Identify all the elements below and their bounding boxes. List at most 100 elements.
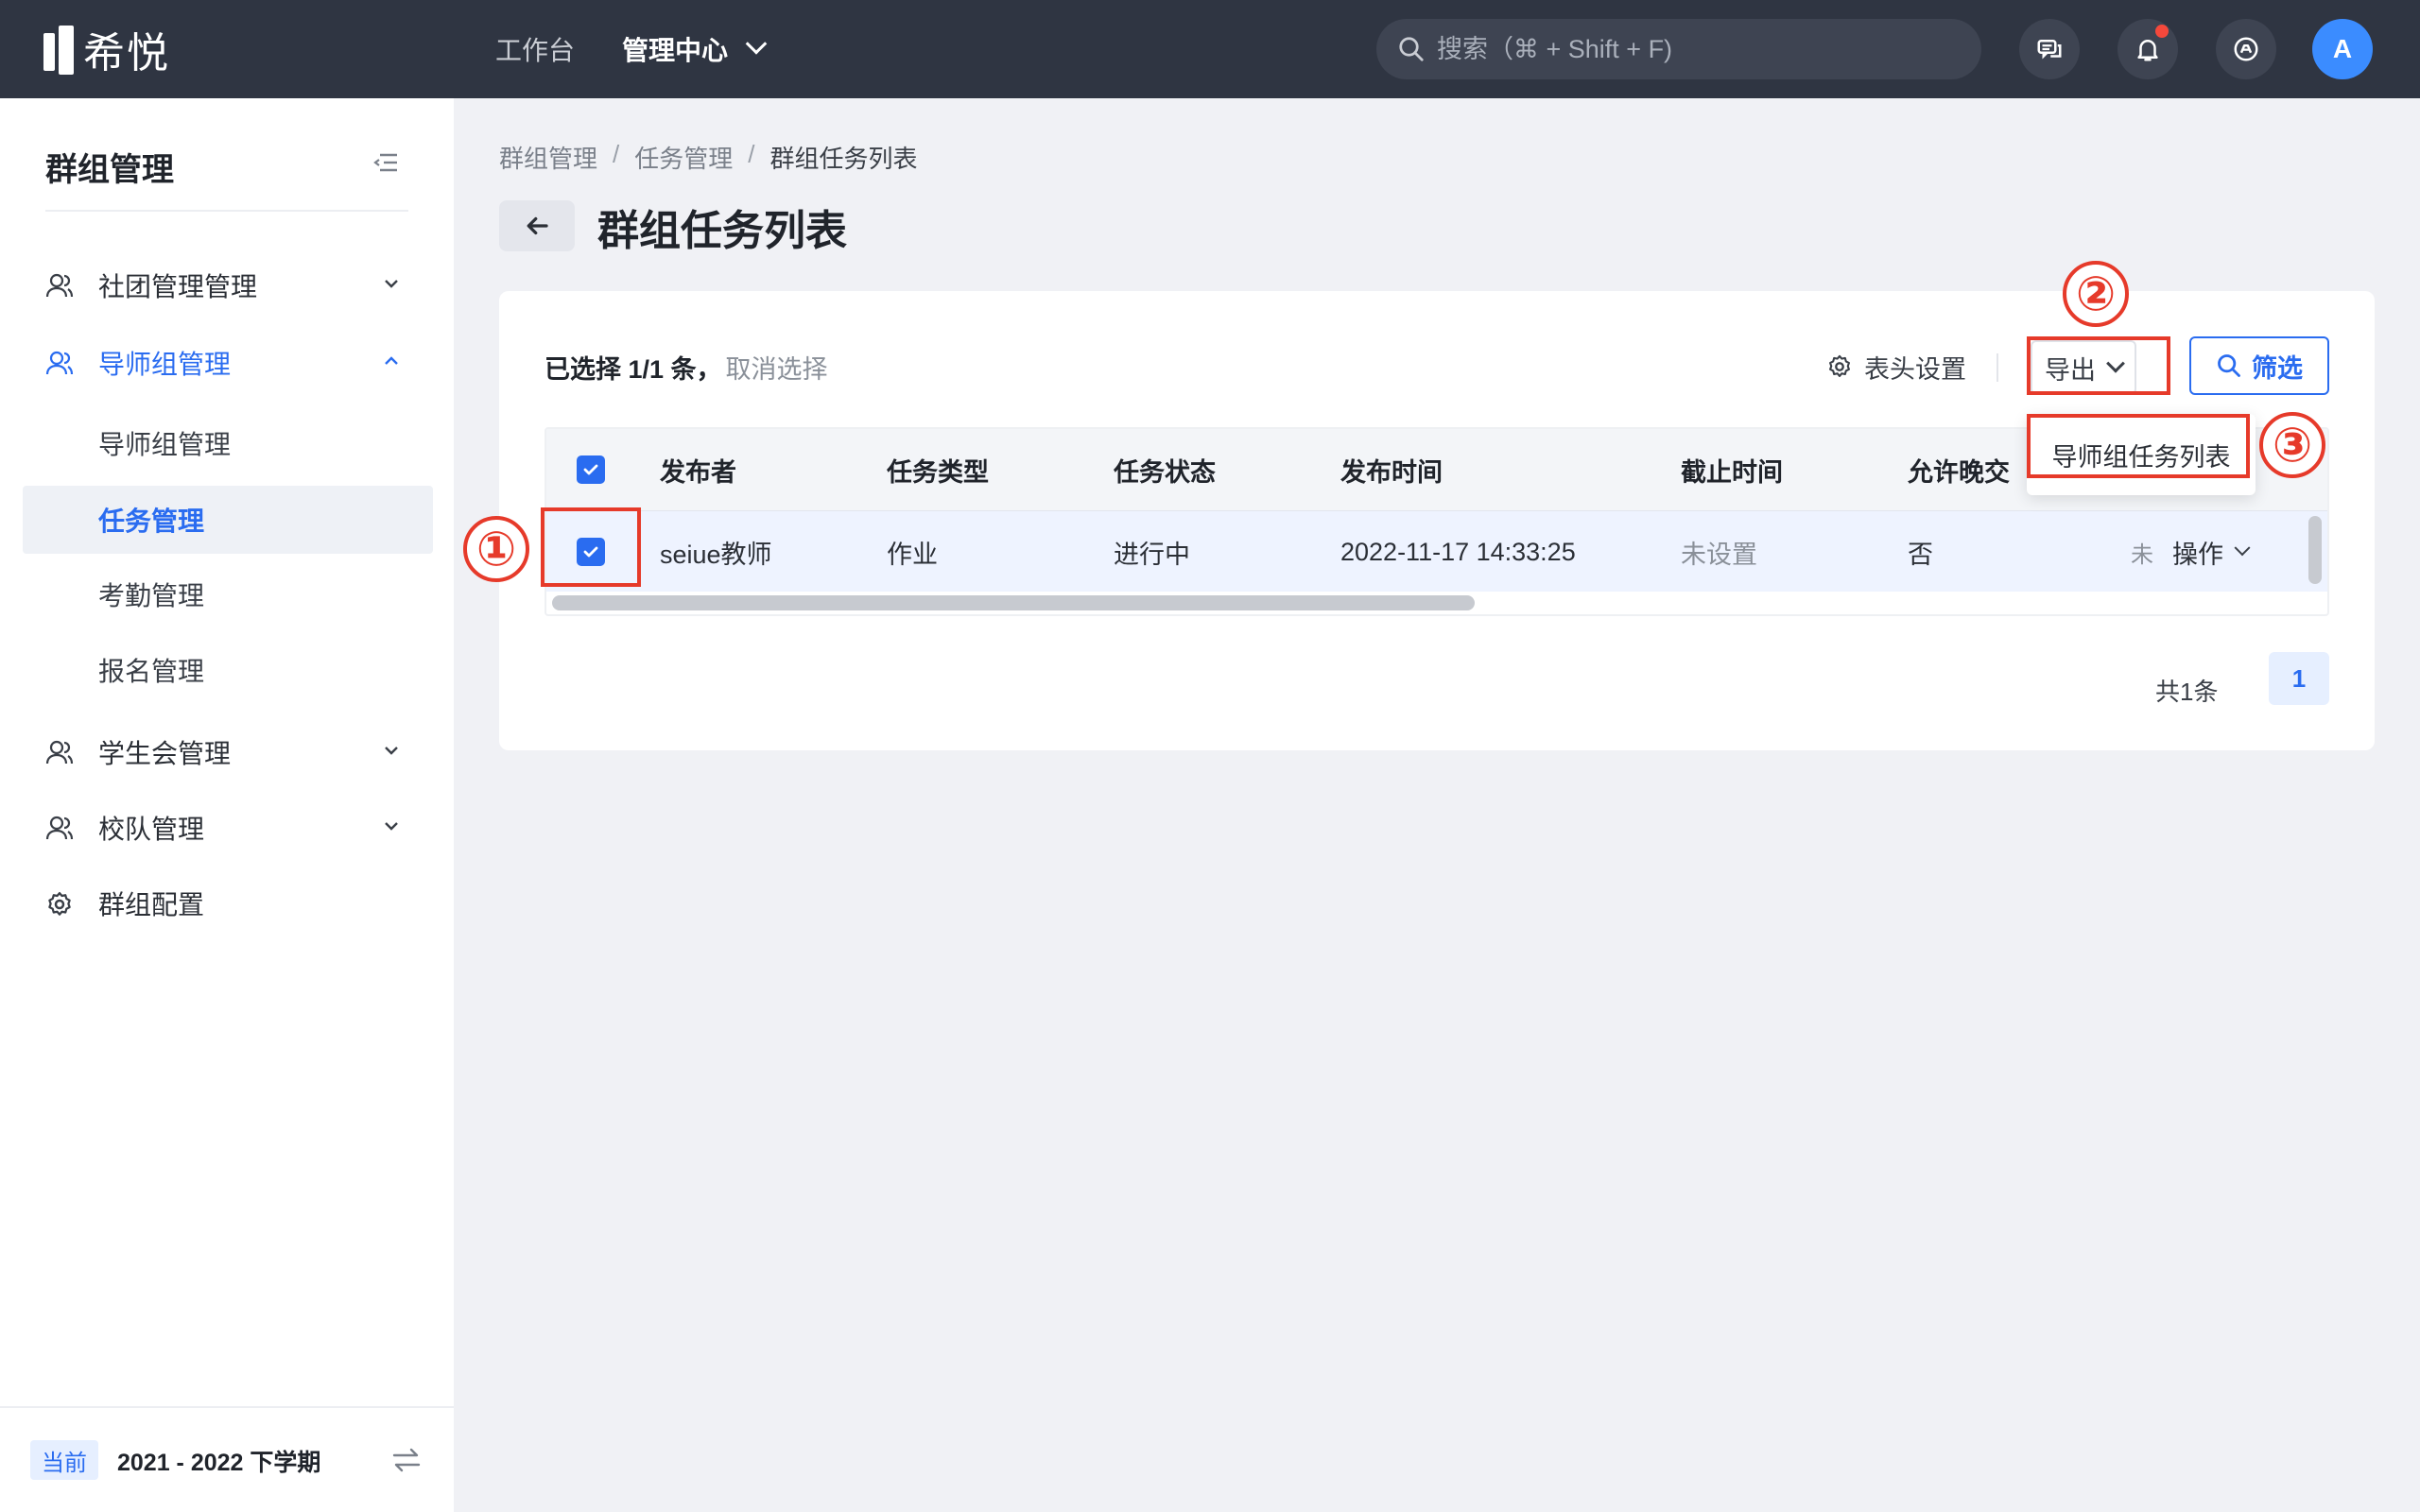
column-settings-button[interactable]: 表头设置 [1826,348,1966,386]
breadcrumb-separator: / [613,140,620,168]
table-row[interactable]: seiue教师 作业 进行中 2022-11-17 14:33:25 未设置 否… [546,510,2327,593]
select-all-checkbox[interactable] [577,429,605,510]
column-header-type[interactable]: 任务类型 [887,429,989,510]
horizontal-scrollbar[interactable] [552,595,1475,610]
gear-icon [48,892,71,916]
collapse-sidebar-icon[interactable] [372,151,399,179]
vertical-scrollbar[interactable] [2308,516,2322,584]
cell-published: 2022-11-17 14:33:25 [1340,537,1576,566]
sidebar-item-club[interactable]: 社团管理管理 [0,251,454,319]
row-actions-label: 操作 [2172,540,2223,569]
chevron-up-icon [385,356,398,365]
chat-icon [2037,40,2062,60]
sidebar-divider [45,210,408,212]
annotation-number-3: ③ [2259,412,2325,478]
cell-type: 作业 [887,540,938,569]
cell-late: 否 [1908,540,1933,569]
sidebar-item-group-config-label: 群组配置 [98,890,205,919]
selection-count: 已选择 1/1 条， [544,354,722,384]
breadcrumb-current: 群组任务列表 [769,145,918,173]
breadcrumb-item[interactable]: 任务管理 [634,140,733,175]
column-header-publisher[interactable]: 发布者 [660,429,736,510]
user-avatar[interactable]: A [2312,19,2373,79]
sidebar-subitem-task[interactable]: 任务管理 [23,486,433,554]
search-icon [2218,354,2240,377]
cell-truncated: 未 [2131,541,2153,568]
column-header-deadline[interactable]: 截止时间 [1681,429,1783,510]
sidebar-subitem-label: 任务管理 [98,507,205,536]
chevron-down-icon [2234,540,2251,557]
cell-deadline: 未设置 [1681,540,1757,569]
page-title: 群组任务列表 [597,208,847,254]
sidebar-item-tutor-group-label: 导师组管理 [98,350,232,379]
bell-icon [2137,40,2158,61]
logo-mark-icon [43,24,76,75]
sidebar-item-school-team[interactable]: 校队管理 [0,794,454,862]
sidebar-item-student-union[interactable]: 学生会管理 [0,718,454,786]
selection-info: 已选择 1/1 条， 取消选择 [544,348,828,386]
messages-button[interactable] [2019,19,2080,79]
users-icon [45,273,74,298]
users-icon [45,351,74,375]
cell-status: 进行中 [1114,540,1190,569]
notifications-button[interactable] [2118,19,2178,79]
sidebar-footer-divider [0,1406,454,1408]
cancel-selection-link[interactable]: 取消选择 [726,349,828,386]
chevron-down-icon [745,33,768,55]
annotation-number-1: ① [463,516,529,582]
annotation-box-3 [2027,414,2250,478]
sidebar-subitem-tutor-group[interactable]: 导师组管理 [23,409,433,477]
total-count: 共1条 [2155,677,2219,706]
column-settings-label: 表头设置 [1864,354,1966,384]
sidebar-item-group-config[interactable]: 群组配置 [0,869,454,937]
sidebar-subitem-label: 报名管理 [98,657,205,686]
search-icon [1399,37,1424,61]
compass-icon [2234,37,2258,61]
cell-publisher: seiue教师 [660,540,772,569]
nav-admin-center-label: 管理中心 [622,36,729,65]
check-icon [583,464,598,475]
pagination-page[interactable]: 1 [2269,652,2329,705]
breadcrumb-separator: / [748,140,755,168]
annotation-number-2: ② [2063,261,2129,327]
row-actions-dropdown[interactable]: 操作 [2172,511,2251,593]
column-header-status[interactable]: 任务状态 [1114,429,1216,510]
sidebar-subitem-registration[interactable]: 报名管理 [23,636,433,704]
users-icon [45,816,74,840]
nav-workbench[interactable]: 工作台 [495,30,575,68]
sidebar-item-school-team-label: 校队管理 [98,815,205,844]
users-icon [45,740,74,765]
column-header-late[interactable]: 允许晚交 [1908,429,2010,510]
back-button[interactable] [499,200,575,251]
sidebar-item-tutor-group[interactable]: 导师组管理 [0,329,454,397]
annotation-box-1 [541,507,641,587]
sidebar: 群组管理 社团管理管理 导师组管理 导师组管理 任务管理 考勤管理 报名管理 学… [0,98,454,1512]
chevron-down-icon [385,822,398,831]
chevron-down-icon [385,280,398,288]
annotation-box-2 [2027,336,2170,395]
switch-term-icon[interactable] [391,1446,422,1479]
search-input[interactable] [1437,34,1966,64]
sidebar-subitem-label: 考勤管理 [98,581,205,610]
global-search[interactable] [1376,19,1981,79]
filter-label: 筛选 [2252,353,2303,383]
column-header-published[interactable]: 发布时间 [1340,429,1443,510]
nav-admin-center[interactable]: 管理中心 [622,30,768,68]
sidebar-item-student-union-label: 学生会管理 [98,739,232,768]
sidebar-subitem-label: 导师组管理 [98,430,232,459]
top-nav: 工作台 管理中心 [495,0,811,98]
notification-dot [2155,25,2169,38]
sidebar-item-club-label: 社团管理管理 [98,272,258,301]
toolbar-divider [1996,353,1998,382]
sidebar-subitem-attendance[interactable]: 考勤管理 [23,560,433,628]
app-center-button[interactable] [2216,19,2276,79]
gear-icon [1829,354,1850,377]
arrow-left-icon [527,216,548,235]
filter-button[interactable]: 筛选 [2189,336,2329,395]
nav-workbench-label: 工作台 [495,36,576,65]
current-term-text: 2021 - 2022 下学期 [117,1450,321,1476]
app-logo[interactable]: 希悦 [43,23,170,77]
breadcrumb-item[interactable]: 群组管理 [499,140,597,175]
chevron-down-icon [385,747,398,755]
top-bar: 希悦 工作台 管理中心 A [0,0,2420,98]
